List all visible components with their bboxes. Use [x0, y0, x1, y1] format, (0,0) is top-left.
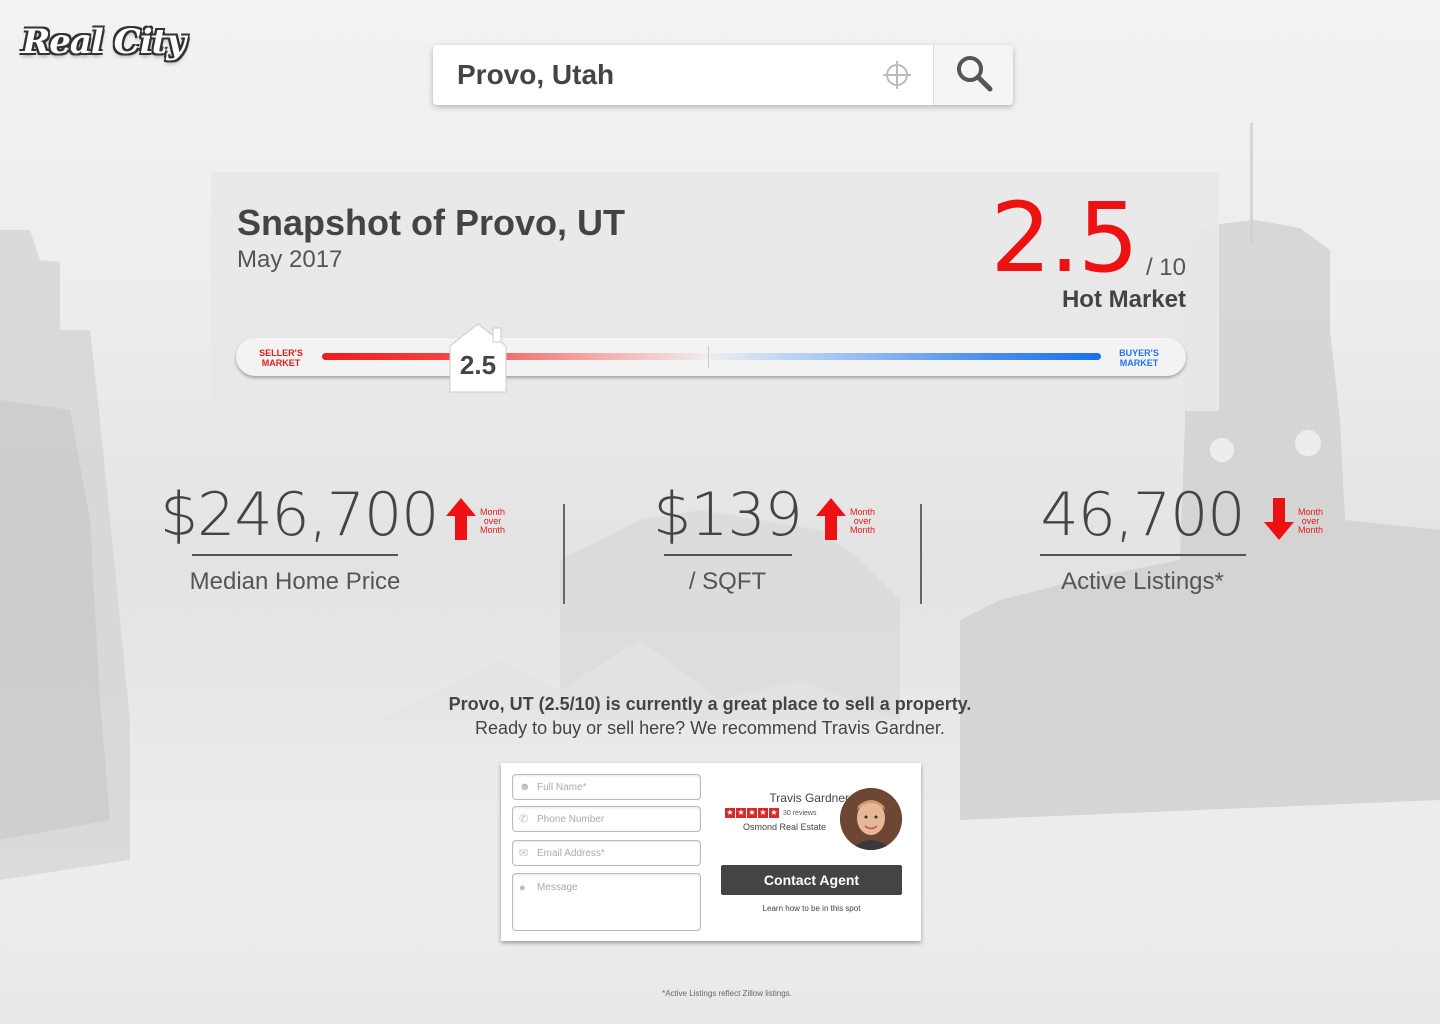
stat-median-home-price: $246,700 Median Home Price: [160, 480, 439, 596]
stat-active-listings: 46,700 Active Listings*: [1030, 480, 1255, 596]
location-search-bar: [433, 45, 1013, 105]
buyers-market-label: BUYER'S MARKET: [1119, 348, 1159, 368]
phone-icon: ✆: [519, 813, 529, 826]
star-icon: ★: [736, 808, 746, 818]
trend-label: Month over Month: [480, 507, 506, 535]
buyers-gradient-bar: [709, 353, 1101, 360]
star-icon: ★: [769, 808, 779, 818]
review-count[interactable]: 30 reviews: [783, 810, 816, 817]
stat-divider: [920, 504, 922, 604]
arrow-up-icon: [446, 498, 476, 545]
stat-label: / SQFT: [688, 568, 767, 595]
market-snapshot-panel: Snapshot of Provo, UT May 2017 2.5 / 10 …: [211, 172, 1219, 411]
stat-label: Active Listings*: [1061, 568, 1224, 595]
recommendation-subtext: Ready to buy or sell here? We recommend …: [475, 718, 945, 738]
stat-underline: [1039, 554, 1246, 556]
meter-pin-marker: 2.5: [449, 322, 507, 394]
sellers-market-label: SELLER'S MARKET: [259, 348, 303, 368]
email-field[interactable]: ✉ Email Address*: [512, 840, 701, 866]
stat-value: $246,700: [160, 480, 439, 550]
trend-indicator-listings: Month over Month: [1264, 498, 1323, 545]
arrow-down-icon: [1264, 498, 1294, 545]
stat-value: $139: [653, 480, 803, 550]
stat-value: 46,700: [1040, 480, 1246, 550]
trend-indicator-price: Month over Month: [446, 498, 505, 545]
meter-pin-value: 2.5: [459, 350, 497, 380]
trend-indicator-sqft: Month over Month: [816, 498, 875, 545]
stat-label: Median Home Price: [189, 568, 401, 595]
agency-name: Osmond Real Estate: [742, 822, 826, 832]
market-status-label: Hot Market: [1061, 286, 1186, 313]
search-button[interactable]: [933, 45, 1013, 105]
star-icon: ★: [747, 808, 757, 818]
magnifier-icon: [955, 54, 993, 97]
listings-footnote: *Active Listings reflect Zillow listings…: [662, 989, 792, 998]
snapshot-date: May 2017: [237, 246, 343, 273]
contact-agent-button[interactable]: Contact Agent: [721, 865, 902, 895]
crosshair-icon[interactable]: [877, 45, 917, 105]
market-stats: $246,700 Median Home Price Month over Mont…: [0, 480, 1440, 620]
agent-avatar: [840, 788, 902, 850]
trend-label: Month over Month: [1298, 507, 1324, 535]
full-name-field[interactable]: ☻ Full Name*: [512, 774, 701, 800]
market-meter: SELLER'S MARKET BUYER'S MARKET: [236, 338, 1186, 376]
agent-rating: ★ ★ ★ ★ ★ 30 reviews: [725, 808, 816, 818]
sellers-gradient-bar: [322, 353, 708, 360]
chat-bubble-icon: ●: [519, 882, 526, 894]
person-icon: ☻: [519, 781, 531, 793]
agent-name[interactable]: Travis Gardner: [721, 791, 849, 805]
recommendation-headline: Provo, UT (2.5/10) is currently a great …: [448, 694, 972, 714]
learn-more-link[interactable]: Learn how to be in this spot: [721, 904, 902, 913]
snapshot-title: Snapshot of Provo, UT: [237, 202, 626, 243]
market-score-scale: / 10: [1145, 254, 1186, 281]
stat-underline: [192, 554, 398, 556]
location-search-input[interactable]: [433, 45, 877, 105]
stat-underline: [663, 554, 792, 556]
real-city-logo[interactable]: Real City: [22, 22, 186, 62]
envelope-icon: ✉: [519, 847, 529, 860]
trend-label: Month over Month: [850, 507, 876, 535]
star-icon: ★: [725, 808, 735, 818]
arrow-up-icon: [816, 498, 846, 545]
phone-field[interactable]: ✆ Phone Number: [512, 806, 701, 832]
star-icon: ★: [758, 808, 768, 818]
stat-divider: [563, 504, 565, 604]
message-field[interactable]: ● Message: [512, 873, 701, 931]
stat-price-per-sqft: $139 / SQFT: [645, 480, 810, 596]
agent-contact-card: ☻ Full Name* ✆ Phone Number ✉ Email Addr…: [501, 763, 921, 941]
market-score: 2.5: [990, 182, 1139, 294]
